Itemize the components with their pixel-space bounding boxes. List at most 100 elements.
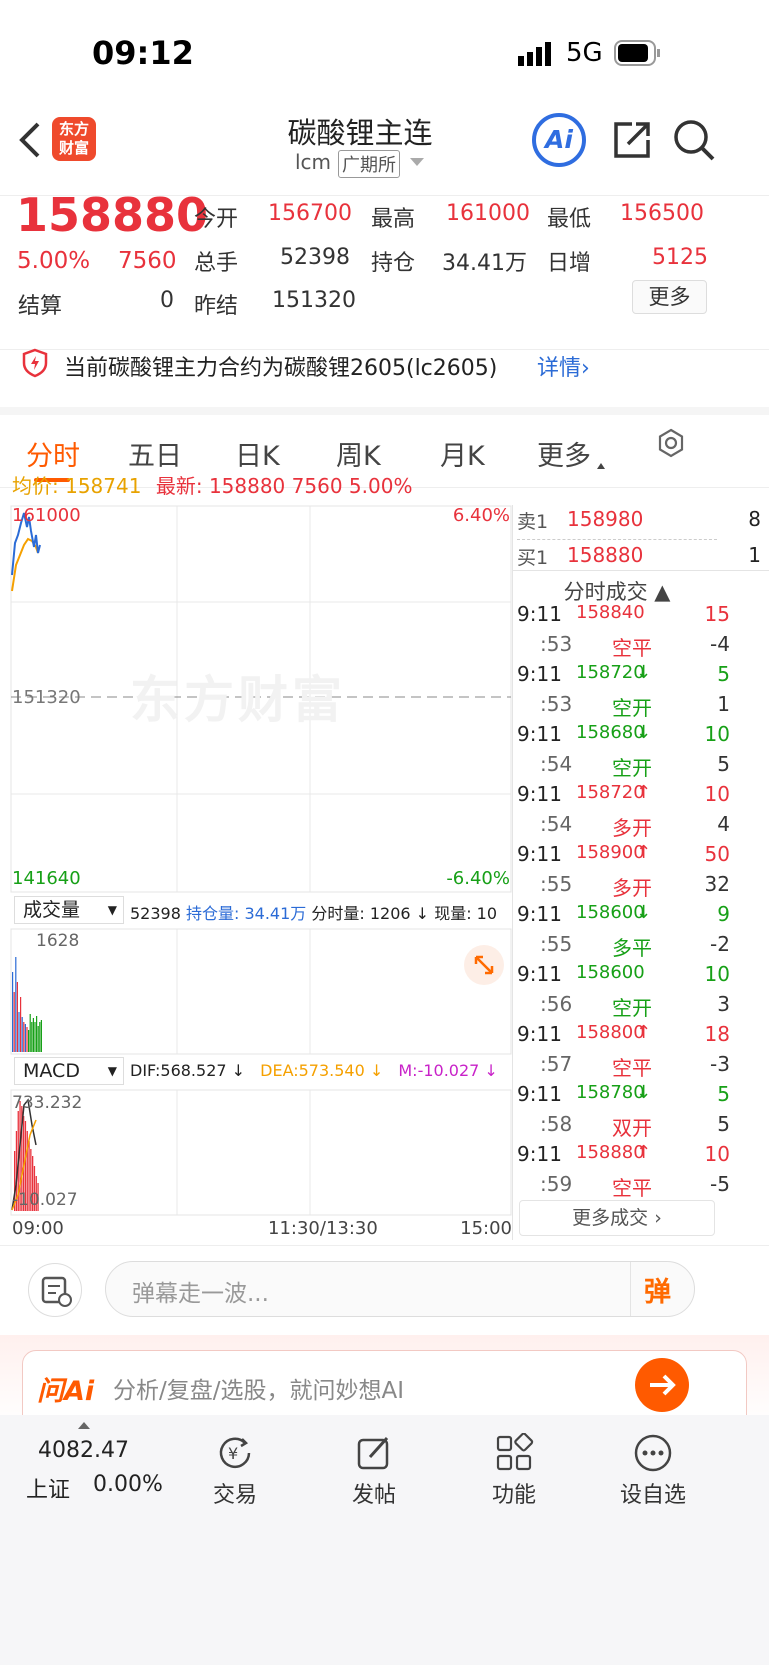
tab-five-day[interactable]: 五日	[128, 434, 182, 473]
volume-selector[interactable]: 成交量 ▼	[14, 896, 124, 924]
volume-bar	[23, 1022, 25, 1052]
avg-price-line: 均价: 158741 最新: 158880 7560 5.00%	[12, 470, 412, 499]
trade-qty: 32	[704, 872, 730, 896]
trade-row: :54 空开 5	[512, 752, 736, 784]
trade-time: :56	[540, 992, 573, 1016]
arrow-right-icon[interactable]	[635, 1358, 689, 1412]
index-pct: 0.00%	[93, 1472, 163, 1497]
danmu-send-button[interactable]: 弹	[644, 1270, 671, 1309]
trade-row: 9:11 158720 ↓ 5	[512, 662, 736, 694]
volume-bar	[15, 957, 17, 1052]
trade-time: 9:11	[517, 662, 562, 686]
oi-label: 持仓	[371, 251, 416, 276]
nav-post[interactable]: 发帖	[324, 1433, 424, 1509]
volume-bar	[18, 1012, 20, 1052]
trade-price: 158780	[576, 1082, 645, 1103]
main-contract-notice[interactable]: 当前碳酸锂主力合约为碳酸锂2605(lc2605) 详情›	[0, 348, 769, 415]
trade-type: 空平	[612, 1056, 652, 1080]
trade-price: 158900	[576, 842, 645, 863]
volume-bar	[36, 1016, 38, 1052]
tab-weekly-k[interactable]: 周K	[336, 434, 381, 473]
trade-qty: 18	[704, 1022, 730, 1046]
volume-bar	[28, 1030, 30, 1052]
notice-detail-link[interactable]: 详情›	[537, 350, 590, 382]
trade-time: :58	[540, 1112, 573, 1136]
volume-bars	[12, 957, 42, 1052]
network-label: 5G	[566, 38, 603, 68]
m-text: M:-10.027 ↓	[398, 1061, 498, 1080]
index-value: 4082.47	[38, 1438, 129, 1463]
daily-increase-value: 5125	[652, 245, 708, 270]
danmu-input[interactable]: 弹幕走一波... 弹	[105, 1261, 695, 1317]
trade-time: 9:11	[517, 1142, 562, 1166]
trade-row: :56 空开 3	[512, 992, 736, 1024]
trade-price: 158840	[576, 602, 645, 623]
settle-value: 0	[160, 288, 174, 313]
contract-code: lcm	[295, 150, 332, 174]
volume-bar	[12, 972, 14, 1052]
volume-info-line: 52398 持仓量: 34.41万 分时量: 1206 ↓ 现量: 10	[130, 900, 510, 924]
high-value: 161000	[446, 201, 530, 226]
nav-post-label: 发帖	[351, 1483, 396, 1508]
more-button[interactable]: 更多	[632, 280, 707, 314]
share-icon[interactable]	[610, 118, 654, 162]
nav-func[interactable]: 功能	[464, 1432, 564, 1509]
order-book: 卖1 158980 8 买1 158880 1	[512, 505, 769, 575]
trade-time: 9:11	[517, 782, 562, 806]
ai-assistant-icon[interactable]: Ai	[532, 113, 586, 167]
app-root: 09:12 5G 东方财富 碳酸锂主连 lcm 广期所 Ai 158880 5.…	[0, 0, 769, 1665]
sell1-qty: 8	[748, 507, 761, 531]
y-min-label: 141640	[12, 868, 81, 889]
shield-alert-icon	[22, 348, 48, 378]
more-trades-button[interactable]: 更多成交 ›	[519, 1200, 715, 1236]
volume-bar	[20, 997, 22, 1052]
change-pct: 5.00%	[17, 248, 91, 274]
page-title: 碳酸锂主连	[287, 116, 433, 150]
volume-bar	[34, 1022, 36, 1052]
fs-vol-text: 分时量: 1206 ↓	[311, 904, 430, 923]
nav-trade[interactable]: ¥ 交易	[185, 1433, 285, 1509]
x-start-label: 09:00	[12, 1218, 64, 1239]
expand-icon[interactable]	[464, 945, 504, 985]
tab-daily-k[interactable]: 日K	[235, 434, 280, 473]
trade-time: 9:11	[517, 602, 562, 626]
caret-icon	[597, 463, 605, 469]
trade-row: 9:11 158720 ↑ 10	[512, 782, 736, 814]
trade-time: 9:11	[517, 1082, 562, 1106]
back-icon[interactable]	[14, 120, 44, 160]
trade-price: 158600	[576, 902, 645, 923]
tab-intraday[interactable]: 分时	[26, 434, 80, 473]
volume-bar	[16, 982, 18, 1052]
tab-monthly-k[interactable]: 月K	[440, 434, 485, 473]
danmu-list-icon[interactable]	[28, 1263, 82, 1317]
index-ticker[interactable]: 4082.47 上证 0.00%	[20, 1420, 163, 1510]
change-value: 7560	[118, 248, 177, 274]
indicator-selector-label: MACD	[23, 1060, 80, 1082]
low-value: 156500	[620, 201, 704, 226]
arrow-down-icon: ↓	[636, 1082, 652, 1103]
gear-icon[interactable]	[656, 428, 686, 458]
trade-price: 158600	[576, 962, 645, 983]
trade-type: 多开	[612, 816, 652, 840]
trade-qty: -5	[710, 1172, 730, 1196]
indicator-selector[interactable]: MACD ▼	[14, 1057, 124, 1085]
trade-row: :53 空平 -4	[512, 632, 736, 664]
nav-watch[interactable]: 设自选	[603, 1433, 703, 1509]
last-price: 158880	[16, 188, 209, 242]
danmu-bar: 弹幕走一波... 弹	[0, 1245, 769, 1335]
trade-qty: 3	[717, 992, 730, 1016]
chevron-down-icon[interactable]	[410, 158, 424, 166]
tab-more[interactable]: 更多	[537, 434, 591, 473]
trade-type: 多平	[612, 936, 652, 960]
buy1-label: 买1	[517, 547, 549, 569]
dropdown-icon: ▼	[107, 1064, 117, 1078]
ai-placeholder: 分析/复盘/选股，就问妙想AI	[113, 1378, 405, 1404]
vol-total: 52398	[130, 904, 181, 923]
trade-time: 9:11	[517, 902, 562, 926]
intraday-chart[interactable]: 东方财富 161000 151320 141640 6.40% -6.40% 成…	[10, 505, 512, 1240]
book-bottom-divider	[512, 570, 769, 571]
now-vol-text: 现量: 10	[434, 904, 498, 923]
status-time: 09:12	[92, 34, 194, 72]
trade-time: 9:11	[517, 962, 562, 986]
search-icon[interactable]	[672, 118, 716, 162]
